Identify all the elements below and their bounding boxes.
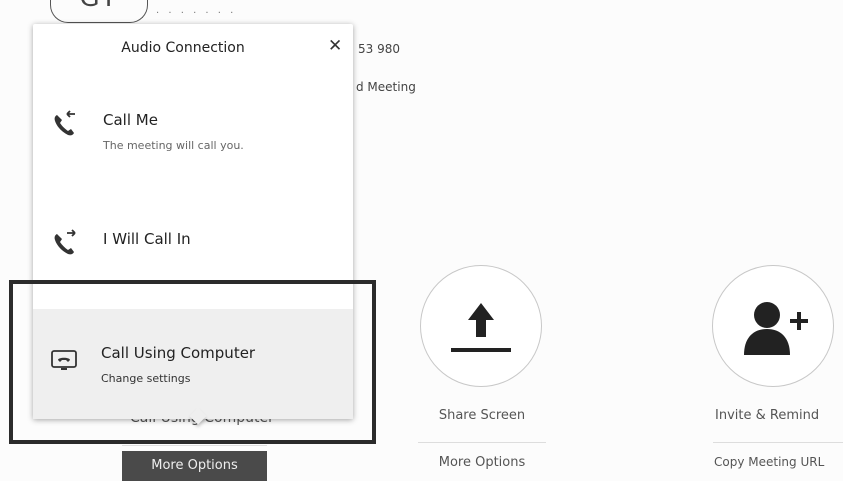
divider xyxy=(122,445,267,446)
popup-title: Audio Connection xyxy=(121,40,245,56)
call-in-option[interactable]: I Will Call In xyxy=(103,230,191,248)
share-screen-button[interactable] xyxy=(420,265,542,387)
phone-incoming-icon xyxy=(51,110,81,140)
invite-remind-label: Invite & Remind xyxy=(715,408,820,423)
meeting-number: 53 980 xyxy=(358,42,400,56)
copy-meeting-url-button[interactable]: Copy Meeting URL xyxy=(714,455,824,469)
invite-button[interactable] xyxy=(712,265,834,387)
host-avatar: GT xyxy=(50,0,148,23)
divider xyxy=(713,442,843,443)
audio-more-options-button[interactable]: More Options xyxy=(122,451,267,481)
divider xyxy=(418,442,546,443)
add-person-icon xyxy=(743,301,808,355)
close-icon[interactable]: ✕ xyxy=(328,36,342,56)
meeting-title: d Meeting xyxy=(356,80,416,94)
share-more-options-button[interactable]: More Options xyxy=(418,455,546,470)
host-name-obscured: · · · · · · · xyxy=(156,8,237,19)
share-screen-label: Share Screen xyxy=(438,408,526,423)
upload-arrow-icon xyxy=(450,302,511,352)
call-me-option[interactable]: Call Me xyxy=(103,111,158,129)
call-me-description: The meeting will call you. xyxy=(103,139,244,152)
highlight-box xyxy=(9,280,376,444)
phone-outgoing-icon xyxy=(51,229,81,259)
